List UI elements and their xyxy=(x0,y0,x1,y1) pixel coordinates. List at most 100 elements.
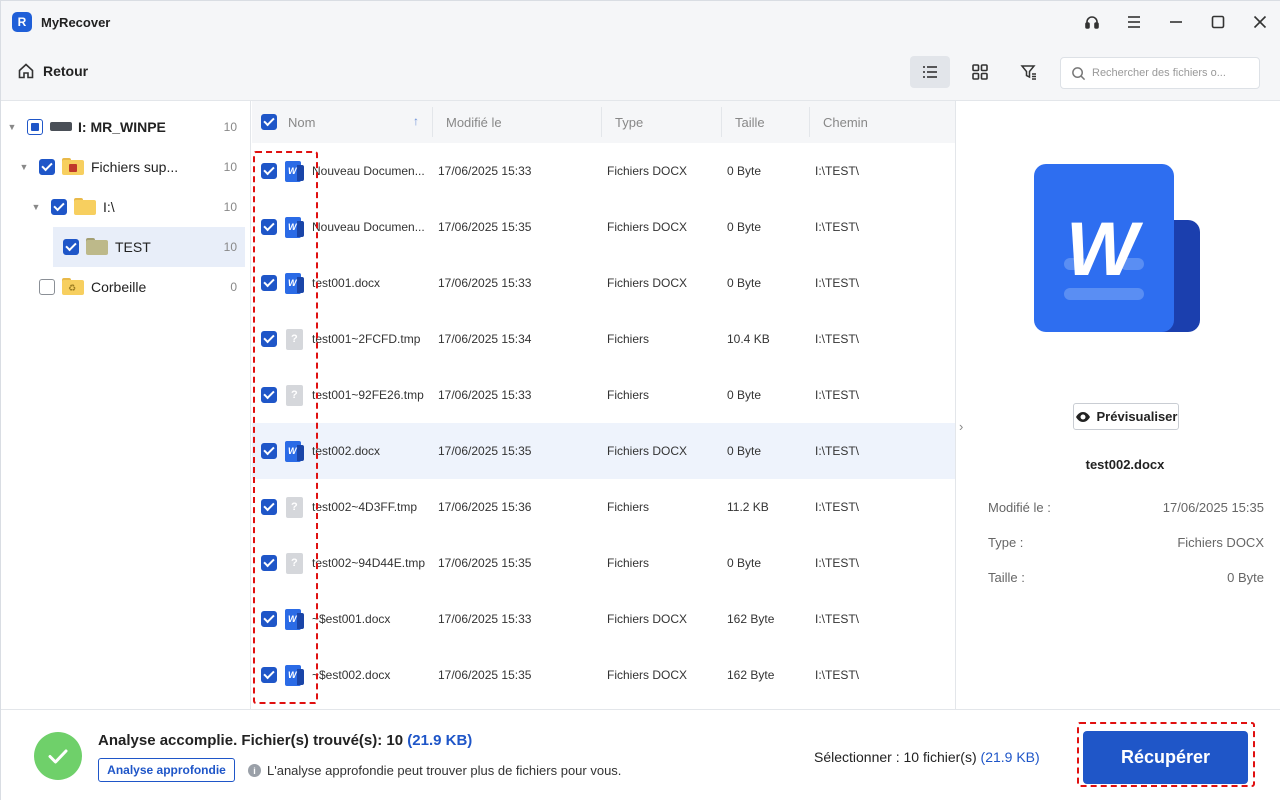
file-name: test001~2FCFD.tmp xyxy=(312,332,421,346)
tree-checkbox[interactable] xyxy=(51,199,67,215)
back-label: Retour xyxy=(43,63,89,79)
tree-checkbox[interactable] xyxy=(63,239,79,255)
recover-button[interactable]: Récupérer xyxy=(1083,731,1248,784)
tree-item-deleted-files[interactable]: ▼ Fichiers sup... 10 xyxy=(1,147,251,187)
column-type[interactable]: Type xyxy=(615,115,643,130)
file-size: 162 Byte xyxy=(727,612,775,626)
maximize-icon[interactable] xyxy=(1197,1,1239,43)
column-path[interactable]: Chemin xyxy=(823,115,868,130)
file-row[interactable]: Wtest002.docx 17/06/2025 15:35 Fichiers DO… xyxy=(252,423,955,479)
close-icon[interactable] xyxy=(1239,1,1280,43)
tree-checkbox[interactable] xyxy=(39,279,55,295)
file-path: I:\TEST\ xyxy=(815,668,860,682)
row-checkbox[interactable] xyxy=(261,443,277,459)
scan-status: Analyse accomplie. Fichier(s) trouvé(s):… xyxy=(98,732,472,749)
word-file-icon: W xyxy=(285,609,304,630)
row-checkbox[interactable] xyxy=(261,219,277,235)
column-name[interactable]: Nom xyxy=(288,115,315,130)
word-file-icon: W xyxy=(285,441,304,462)
eye-icon xyxy=(1075,411,1090,422)
tree-item-drive[interactable]: ▼ I: MR_WINPE 10 xyxy=(1,107,251,147)
unknown-file-icon: ? xyxy=(285,329,304,350)
file-modified: 17/06/2025 15:34 xyxy=(438,332,532,346)
file-row[interactable]: W Nouveau Documen... 17/06/2025 15:33 Fichi… xyxy=(252,143,955,199)
file-modified: 17/06/2025 15:35 xyxy=(438,444,532,458)
folder-icon xyxy=(74,198,96,215)
expand-caret-icon[interactable]: ▼ xyxy=(7,122,17,132)
row-checkbox[interactable] xyxy=(261,275,277,291)
collapse-arrow-icon[interactable]: › xyxy=(959,419,963,434)
file-row[interactable]: W ~$est002.docx 17/06/2025 15:35 Fichiers D… xyxy=(252,647,955,703)
preview-button[interactable]: Prévisualiser xyxy=(1073,403,1179,430)
file-row[interactable]: ? test001~2FCFD.tmp 17/06/2025 15:34 Fichie… xyxy=(252,311,955,367)
file-row[interactable]: ? test002~94D44E.tmp 17/06/2025 15:35 Fichi… xyxy=(252,535,955,591)
expand-caret-icon[interactable]: ▼ xyxy=(31,202,41,212)
minimize-icon[interactable] xyxy=(1155,1,1197,43)
file-size: 0 Byte xyxy=(727,444,762,458)
app-title: MyRecover xyxy=(41,14,111,30)
tree-item-i-root[interactable]: ▼ I:\ 10 xyxy=(1,187,251,227)
file-modified: 17/06/2025 15:33 xyxy=(438,164,532,178)
row-checkbox[interactable] xyxy=(261,611,277,627)
tree-item-test[interactable]: TEST 10 xyxy=(53,227,245,267)
row-checkbox[interactable] xyxy=(261,499,277,515)
tree-item-recycle-bin[interactable]: ♻ Corbeille 0 xyxy=(1,267,251,307)
row-checkbox[interactable] xyxy=(261,163,277,179)
file-name: test002~4D3FF.tmp xyxy=(312,500,418,514)
select-all-checkbox[interactable] xyxy=(261,114,277,130)
column-size[interactable]: Taille xyxy=(735,115,765,130)
support-headset-icon[interactable] xyxy=(1071,1,1113,43)
file-type: Fichiers DOCX xyxy=(607,612,688,626)
row-checkbox[interactable] xyxy=(261,387,277,403)
search-input[interactable] xyxy=(1092,67,1252,79)
file-type: Fichiers xyxy=(607,500,650,514)
file-size: 0 Byte xyxy=(727,220,762,234)
grid-view-icon[interactable] xyxy=(960,56,1000,88)
tree-count: 10 xyxy=(223,160,237,174)
expand-caret-icon[interactable]: ▼ xyxy=(19,162,29,172)
file-path: I:\TEST\ xyxy=(815,220,860,234)
menu-icon[interactable] xyxy=(1113,1,1155,43)
tree-count: 10 xyxy=(223,240,237,254)
folder-tree: ▼ I: MR_WINPE 10 ▼ Fichiers sup... 10 ▼ … xyxy=(1,101,251,709)
file-name: ~$est002.docx xyxy=(312,668,391,682)
file-modified: 17/06/2025 15:35 xyxy=(438,556,532,570)
file-name: ~$est001.docx xyxy=(312,612,391,626)
meta-value: Fichiers DOCX xyxy=(1177,535,1264,550)
file-size: 0 Byte xyxy=(727,556,762,570)
file-name: test002.docx xyxy=(312,444,381,458)
filter-icon[interactable] xyxy=(1009,56,1049,88)
tree-label: Corbeille xyxy=(91,279,147,295)
file-name: test001.docx xyxy=(312,276,381,290)
file-row[interactable]: ? test001~92FE26.tmp 17/06/2025 15:33 Fichi… xyxy=(252,367,955,423)
selection-info: Sélectionner : 10 fichier(s) (21.9 KB) xyxy=(814,749,1040,765)
window-controls xyxy=(1071,1,1280,43)
list-view-icon[interactable] xyxy=(910,56,950,88)
file-modified: 17/06/2025 15:33 xyxy=(438,612,532,626)
file-type: Fichiers xyxy=(607,332,650,346)
file-row[interactable]: W Nouveau Documen... 17/06/2025 15:35 Fichi… xyxy=(252,199,955,255)
file-row[interactable]: Wtest001.docx 17/06/2025 15:33 Fichiers DO… xyxy=(252,255,955,311)
row-checkbox[interactable] xyxy=(261,555,277,571)
row-checkbox[interactable] xyxy=(261,667,277,683)
tree-checkbox[interactable] xyxy=(27,119,43,135)
deleted-folder-icon xyxy=(62,158,84,175)
column-modified[interactable]: Modifié le xyxy=(446,115,502,130)
meta-modified: Modifié le : 17/06/2025 15:35 xyxy=(988,500,1264,515)
file-name: Nouveau Documen... xyxy=(312,220,425,234)
file-row[interactable]: ? test002~4D3FF.tmp 17/06/2025 15:36 Fichie… xyxy=(252,479,955,535)
deep-scan-button[interactable]: Analyse approfondie xyxy=(98,758,235,782)
file-row[interactable]: W ~$est001.docx 17/06/2025 15:33 Fichiers D… xyxy=(252,591,955,647)
file-type: Fichiers xyxy=(607,556,650,570)
meta-value: 0 Byte xyxy=(1227,570,1264,585)
search-box[interactable] xyxy=(1060,57,1260,89)
tree-count: 0 xyxy=(230,280,237,294)
meta-label: Type : xyxy=(988,535,1024,550)
selection-size: (21.9 KB) xyxy=(980,749,1040,765)
file-path: I:\TEST\ xyxy=(815,556,860,570)
back-button[interactable]: Retour xyxy=(17,62,88,80)
row-checkbox[interactable] xyxy=(261,331,277,347)
meta-size: Taille : 0 Byte xyxy=(988,570,1264,585)
sort-ascending-icon[interactable]: ↑ xyxy=(413,114,419,128)
tree-checkbox[interactable] xyxy=(39,159,55,175)
